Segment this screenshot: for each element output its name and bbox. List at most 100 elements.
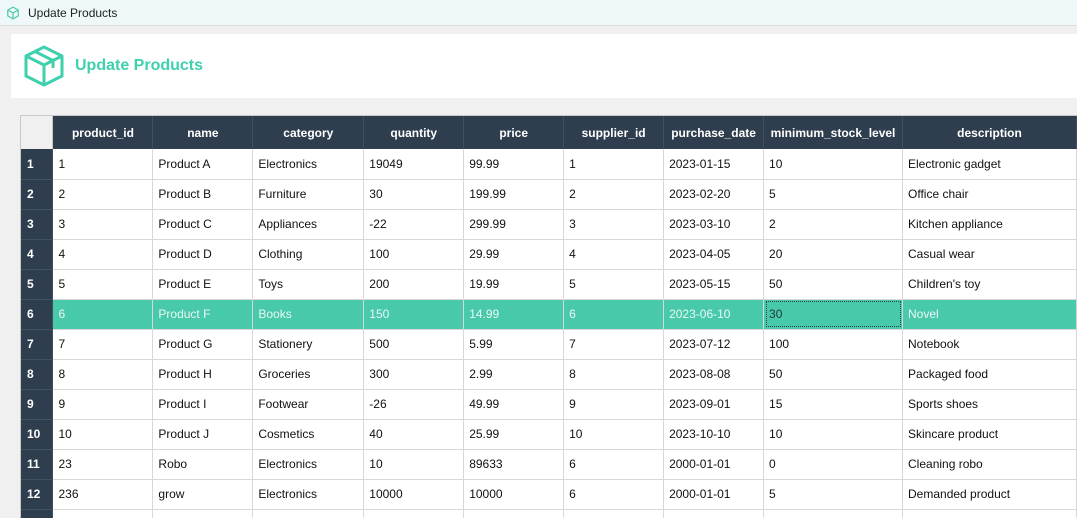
cell-supplier-id[interactable]: 6 xyxy=(563,299,665,330)
cell-name[interactable]: Product G xyxy=(152,329,254,360)
cell-quantity[interactable]: -26 xyxy=(363,389,465,420)
row-number[interactable]: 4 xyxy=(21,239,54,270)
table-row[interactable]: 9 9 Product I Footwear -26 49.99 9 2023-09-01 15… xyxy=(21,389,1077,420)
cell-minimum-stock-level[interactable]: 50 xyxy=(763,359,904,390)
cell-description[interactable]: Demanded product xyxy=(902,479,1077,510)
cell-product-id[interactable]: 2 xyxy=(52,179,154,210)
cell-price[interactable]: 19.99 xyxy=(463,269,565,300)
cell-description[interactable]: Children's toy xyxy=(902,269,1077,300)
cell-category[interactable]: Electronics xyxy=(252,149,365,180)
cell-quantity[interactable]: 30 xyxy=(363,179,465,210)
table-row[interactable]: 2 2 Product B Furniture 30 199.99 2 2023-02-20 5… xyxy=(21,179,1077,210)
cell-price[interactable]: 14.99 xyxy=(463,299,565,330)
row-number[interactable]: 5 xyxy=(21,269,54,300)
cell-description[interactable]: Novel xyxy=(902,299,1077,330)
cell-purchase-date[interactable]: 2023-09-01 xyxy=(663,389,765,420)
cell-minimum-stock-level[interactable]: 5 xyxy=(763,179,904,210)
cell-price[interactable] xyxy=(463,509,565,518)
column-header-category[interactable]: category xyxy=(252,116,365,149)
cell-name[interactable]: Product C xyxy=(152,209,254,240)
cell-name[interactable]: Product D xyxy=(152,239,254,270)
cell-supplier-id[interactable]: 4 xyxy=(563,239,665,270)
cell-category[interactable]: Cosmetics xyxy=(252,419,365,450)
table-row[interactable]: 3 3 Product C Appliances -22 299.99 3 2023-03-1… xyxy=(21,209,1077,240)
cell-supplier-id[interactable]: 10 xyxy=(563,419,665,450)
cell-name[interactable]: grow xyxy=(152,479,254,510)
cell-category[interactable]: Stationery xyxy=(252,329,365,360)
cell-category[interactable] xyxy=(252,509,365,518)
cell-description[interactable]: Sports shoes xyxy=(902,389,1077,420)
cell-purchase-date[interactable]: 2000-01-01 xyxy=(663,449,765,480)
table-row[interactable]: 5 5 Product E Toys 200 19.99 5 2023-05-15 50 Chil… xyxy=(21,269,1077,300)
cell-minimum-stock-level[interactable] xyxy=(763,509,904,518)
table-row[interactable]: 12 236 grow Electronics 10000 10000 6 2000-01-0… xyxy=(21,479,1077,510)
cell-product-id[interactable]: 6 xyxy=(52,299,154,330)
cell-category[interactable]: Furniture xyxy=(252,179,365,210)
cell-supplier-id[interactable]: 9 xyxy=(563,389,665,420)
cell-price[interactable]: 5.99 xyxy=(463,329,565,360)
cell-product-id[interactable] xyxy=(52,509,154,518)
cell-supplier-id[interactable] xyxy=(563,509,665,518)
cell-quantity[interactable]: -22 xyxy=(363,209,465,240)
row-number[interactable]: 8 xyxy=(21,359,54,390)
cell-supplier-id[interactable]: 6 xyxy=(563,449,665,480)
cell-quantity[interactable]: 40 xyxy=(363,419,465,450)
cell-name[interactable]: Product I xyxy=(152,389,254,420)
column-header-supplier-id[interactable]: supplier_id xyxy=(563,116,665,149)
products-table[interactable]: product_id name category quantity price suppl… xyxy=(20,115,1077,518)
cell-product-id[interactable]: 3 xyxy=(52,209,154,240)
table-row[interactable]: 1 1 Product A Electronics 19049 99.99 1 2023-01… xyxy=(21,149,1077,180)
cell-product-id[interactable]: 1 xyxy=(52,149,154,180)
cell-product-id[interactable]: 7 xyxy=(52,329,154,360)
table-row[interactable]: 6 6 Product F Books 150 14.99 6 2023-06-10 30 Nov… xyxy=(21,299,1077,330)
cell-minimum-stock-level[interactable]: 30 xyxy=(763,299,904,330)
row-number[interactable]: 9 xyxy=(21,389,54,420)
cell-product-id[interactable]: 236 xyxy=(52,479,154,510)
cell-price[interactable]: 89633 xyxy=(463,449,565,480)
cell-price[interactable]: 10000 xyxy=(463,479,565,510)
cell-minimum-stock-level[interactable]: 5 xyxy=(763,479,904,510)
row-number[interactable]: 11 xyxy=(21,449,54,480)
cell-minimum-stock-level[interactable]: 100 xyxy=(763,329,904,360)
cell-purchase-date[interactable]: 2023-03-10 xyxy=(663,209,765,240)
column-header-minimum-stock-level[interactable]: minimum_stock_level xyxy=(763,116,904,149)
cell-name[interactable]: Product H xyxy=(152,359,254,390)
row-number[interactable]: 3 xyxy=(21,209,54,240)
cell-quantity[interactable]: 500 xyxy=(363,329,465,360)
cell-name[interactable] xyxy=(152,509,254,518)
cell-supplier-id[interactable]: 8 xyxy=(563,359,665,390)
row-number[interactable]: 12 xyxy=(21,479,54,510)
cell-description[interactable]: Office chair xyxy=(902,179,1077,210)
cell-description[interactable]: Casual wear xyxy=(902,239,1077,270)
table-row[interactable]: 8 8 Product H Groceries 300 2.99 8 2023-08-08 50… xyxy=(21,359,1077,390)
cell-quantity[interactable]: 19049 xyxy=(363,149,465,180)
cell-price[interactable]: 2.99 xyxy=(463,359,565,390)
cell-category[interactable]: Footwear xyxy=(252,389,365,420)
cell-price[interactable]: 99.99 xyxy=(463,149,565,180)
table-corner[interactable] xyxy=(21,116,54,149)
cell-quantity[interactable] xyxy=(363,509,465,518)
column-header-quantity[interactable]: quantity xyxy=(363,116,465,149)
cell-name[interactable]: Robo xyxy=(152,449,254,480)
cell-description[interactable]: Electronic gadget xyxy=(902,149,1077,180)
cell-purchase-date[interactable]: 2023-05-15 xyxy=(663,269,765,300)
cell-product-id[interactable]: 5 xyxy=(52,269,154,300)
cell-minimum-stock-level[interactable]: 10 xyxy=(763,149,904,180)
cell-supplier-id[interactable]: 1 xyxy=(563,149,665,180)
table-row[interactable] xyxy=(21,509,1077,518)
cell-purchase-date[interactable]: 2000-01-01 xyxy=(663,479,765,510)
cell-supplier-id[interactable]: 2 xyxy=(563,179,665,210)
row-number[interactable]: 2 xyxy=(21,179,54,210)
cell-purchase-date[interactable]: 2023-06-10 xyxy=(663,299,765,330)
row-number[interactable]: 7 xyxy=(21,329,54,360)
cell-category[interactable]: Books xyxy=(252,299,365,330)
cell-supplier-id[interactable]: 5 xyxy=(563,269,665,300)
cell-category[interactable]: Electronics xyxy=(252,449,365,480)
table-row[interactable]: 4 4 Product D Clothing 100 29.99 4 2023-04-05 20… xyxy=(21,239,1077,270)
cell-product-id[interactable]: 9 xyxy=(52,389,154,420)
cell-minimum-stock-level[interactable]: 20 xyxy=(763,239,904,270)
cell-price[interactable]: 299.99 xyxy=(463,209,565,240)
cell-description[interactable]: Skincare product xyxy=(902,419,1077,450)
cell-category[interactable]: Groceries xyxy=(252,359,365,390)
cell-minimum-stock-level[interactable]: 0 xyxy=(763,449,904,480)
